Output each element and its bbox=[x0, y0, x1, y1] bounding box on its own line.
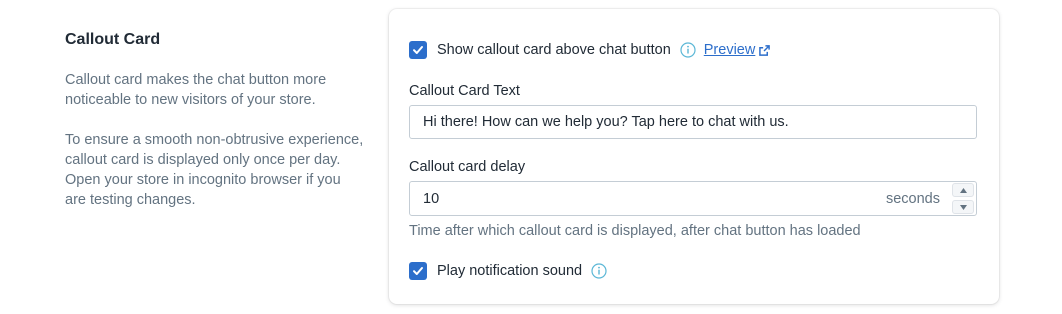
section-title: Callout Card bbox=[65, 31, 161, 48]
show-callout-row: Show callout card above chat button Prev… bbox=[409, 40, 771, 60]
preview-link[interactable]: Preview bbox=[704, 42, 771, 58]
callout-delay-input[interactable] bbox=[410, 182, 886, 215]
delay-unit-suffix: seconds bbox=[885, 190, 940, 207]
callout-text-input[interactable] bbox=[409, 105, 977, 139]
show-callout-label[interactable]: Show callout card above chat button bbox=[437, 42, 671, 58]
external-link-icon bbox=[759, 44, 771, 56]
checkmark-icon bbox=[413, 46, 423, 54]
callout-delay-label: Callout card delay bbox=[409, 159, 526, 175]
notification-sound-label[interactable]: Play notification sound bbox=[437, 263, 582, 279]
delay-help-text: Time after which callout card is display… bbox=[409, 223, 861, 239]
decrement-button[interactable] bbox=[952, 200, 974, 214]
section-description-panel: Callout Card Callout card makes the chat… bbox=[65, 30, 365, 210]
section-description-secondary: To ensure a smooth non-obtrusive experie… bbox=[65, 132, 364, 208]
notification-sound-checkbox[interactable] bbox=[409, 262, 427, 280]
info-circle-icon[interactable] bbox=[591, 263, 607, 279]
callout-text-label: Callout Card Text bbox=[409, 83, 520, 99]
callout-delay-field: seconds bbox=[409, 181, 977, 216]
checkmark-icon bbox=[413, 267, 423, 275]
info-circle-icon[interactable] bbox=[680, 42, 696, 58]
notification-sound-row: Play notification sound bbox=[409, 261, 607, 281]
show-callout-checkbox[interactable] bbox=[409, 41, 427, 59]
chevron-up-icon bbox=[959, 187, 967, 193]
increment-button[interactable] bbox=[952, 183, 974, 197]
delay-stepper bbox=[952, 183, 974, 214]
preview-link-label: Preview bbox=[703, 42, 756, 58]
callout-settings-card: Show callout card above chat button Prev… bbox=[389, 9, 999, 304]
section-description-primary: Callout card makes the chat button more … bbox=[65, 72, 327, 108]
chevron-down-icon bbox=[959, 204, 967, 210]
